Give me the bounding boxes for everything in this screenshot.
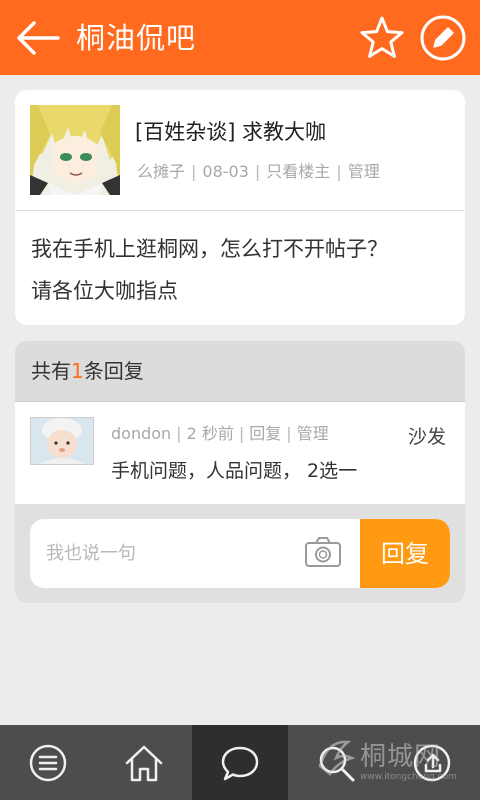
nav-home[interactable] <box>96 725 192 800</box>
edit-post-button[interactable] <box>419 14 467 62</box>
bottom-nav <box>0 725 480 800</box>
manage-reply-link[interactable]: 管理 <box>297 424 329 443</box>
arrow-left-icon <box>17 21 60 55</box>
nav-menu[interactable] <box>0 725 96 800</box>
reply-count-number: 1 <box>71 359 84 383</box>
reply-text: 手机问题，人品问题， 2选一 <box>111 460 358 482</box>
reply-submit-button[interactable]: 回复 <box>360 519 450 588</box>
menu-icon <box>29 744 67 782</box>
author-avatar[interactable] <box>30 105 120 195</box>
nav-search[interactable] <box>288 725 384 800</box>
post-date: 08-03 <box>202 162 249 181</box>
reply-count-label: 共有1条回复 <box>31 355 144 384</box>
page-title: 桐油侃吧 <box>76 21 197 55</box>
post-body-line: 请各位大咖指点 <box>31 279 178 303</box>
favorite-button[interactable] <box>358 14 406 62</box>
post-title: [百姓杂谈] 求教大咖 <box>135 120 327 144</box>
only-owner-link[interactable]: 只看楼主 <box>266 158 330 182</box>
star-icon <box>360 16 404 58</box>
divider <box>15 210 465 211</box>
post-author[interactable]: 么摊子 <box>137 158 185 182</box>
reply-box: 回复 <box>30 519 450 588</box>
reply-floor-label: 沙发 <box>408 426 447 448</box>
post-meta: 么摊子 | 08-03 | 只看楼主 | 管理 <box>137 158 380 182</box>
manage-post-link[interactable]: 管理 <box>348 158 380 182</box>
camera-button[interactable] <box>304 535 342 569</box>
reply-meta: dondon | 2 秒前 | 回复 | 管理 <box>111 420 329 444</box>
reply-to-link[interactable]: 回复 <box>249 424 281 443</box>
camera-icon <box>305 537 341 567</box>
reply-item: dondon | 2 秒前 | 回复 | 管理 沙发 手机问题，人品问题， 2选一 <box>15 402 465 504</box>
separator: | <box>286 424 292 443</box>
reply-count-prefix: 共有 <box>31 359 71 383</box>
separator: | <box>238 424 245 443</box>
home-icon <box>125 745 163 782</box>
back-button[interactable] <box>14 18 60 58</box>
reply-time: 2 秒前 <box>186 424 234 443</box>
post-body-line: 我在手机上逛桐网，怎么打不开帖子？ <box>31 237 388 261</box>
post-body: 我在手机上逛桐网，怎么打不开帖子？ 请各位大咖指点 <box>31 228 451 312</box>
separator: | <box>176 424 182 443</box>
separator: | <box>254 162 261 181</box>
search-icon <box>319 746 355 782</box>
nav-share[interactable] <box>384 725 480 800</box>
separator: | <box>336 162 342 181</box>
reply-user[interactable]: dondon <box>111 424 171 443</box>
replies-section: 共有1条回复 dondon | 2 秒前 | 回复 | 管理 沙发 手机问题，人品问题， 2… <box>15 341 465 603</box>
reply-count-suffix: 条回复 <box>83 359 144 383</box>
post-card: [百姓杂谈] 求教大咖 么摊子 | 08-03 | 只看楼主 | 管理 我在手机上逛桐网，怎… <box>15 90 465 325</box>
pencil-icon <box>420 15 466 61</box>
replies-header: 共有1条回复 <box>15 341 465 402</box>
nav-chat[interactable] <box>192 725 288 800</box>
separator: | <box>191 162 197 181</box>
reply-avatar[interactable] <box>30 417 94 465</box>
share-icon <box>413 744 451 782</box>
chat-bubble-icon <box>221 746 259 781</box>
top-app-bar: 桐油侃吧 <box>0 0 480 75</box>
